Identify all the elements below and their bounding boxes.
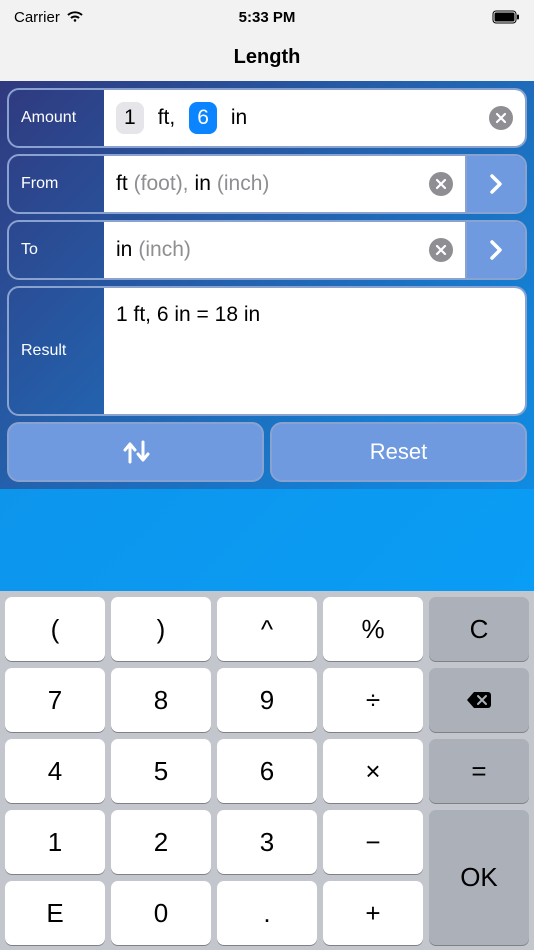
to-field[interactable]: in (inch) xyxy=(104,222,465,278)
chevron-right-icon xyxy=(489,239,503,261)
swap-icon xyxy=(116,437,156,467)
result-row: Result 1 ft, 6 in = 18 in xyxy=(7,286,527,416)
clear-amount-button[interactable] xyxy=(489,106,513,130)
from-row: From ft (foot), in (inch) xyxy=(7,154,527,214)
key-9[interactable]: 9 xyxy=(217,668,317,732)
key-2[interactable]: 2 xyxy=(111,810,211,874)
key-divide[interactable]: ÷ xyxy=(323,668,423,732)
key-backspace[interactable] xyxy=(429,668,529,732)
amount-label: Amount xyxy=(9,90,104,146)
key-equals[interactable]: = xyxy=(429,739,529,803)
wifi-icon xyxy=(66,11,84,23)
from-unit-1: ft xyxy=(116,172,128,196)
status-time: 5:33 PM xyxy=(239,9,296,26)
amount-unit-2: in xyxy=(223,102,255,134)
key-rparen[interactable]: ) xyxy=(111,597,211,661)
to-unit-1-full: (inch) xyxy=(138,238,191,262)
key-8[interactable]: 8 xyxy=(111,668,211,732)
key-subtract[interactable]: − xyxy=(323,810,423,874)
result-label: Result xyxy=(9,288,104,414)
reset-button[interactable]: Reset xyxy=(270,422,527,482)
to-unit-1: in xyxy=(116,238,132,262)
status-bar: Carrier 5:33 PM xyxy=(0,0,534,34)
key-5[interactable]: 5 xyxy=(111,739,211,803)
key-percent[interactable]: % xyxy=(323,597,423,661)
swap-button[interactable] xyxy=(7,422,264,482)
from-unit-1-full: (foot), xyxy=(134,172,189,196)
amount-unit-1: ft, xyxy=(150,102,184,134)
amount-token-2[interactable]: 6 xyxy=(189,102,217,134)
to-picker-button[interactable] xyxy=(465,222,525,278)
key-4[interactable]: 4 xyxy=(5,739,105,803)
result-field: 1 ft, 6 in = 18 in xyxy=(104,288,525,414)
gradient-spacer xyxy=(0,489,534,591)
from-unit-2: in xyxy=(195,172,211,196)
to-row: To in (inch) xyxy=(7,220,527,280)
key-dot[interactable]: . xyxy=(217,881,317,945)
keypad: ( ) ^ % C 7 8 9 ÷ 4 5 6 × = 1 2 3 − OK E… xyxy=(0,591,534,950)
key-3[interactable]: 3 xyxy=(217,810,317,874)
key-7[interactable]: 7 xyxy=(5,668,105,732)
from-field[interactable]: ft (foot), in (inch) xyxy=(104,156,465,212)
amount-row: Amount 1 ft, 6 in xyxy=(7,88,527,148)
page-title: Length xyxy=(0,34,534,81)
key-clear[interactable]: C xyxy=(429,597,529,661)
key-power[interactable]: ^ xyxy=(217,597,317,661)
key-add[interactable]: + xyxy=(323,881,423,945)
amount-token-1[interactable]: 1 xyxy=(116,102,144,134)
from-picker-button[interactable] xyxy=(465,156,525,212)
to-label: To xyxy=(9,222,104,278)
close-icon xyxy=(435,178,447,190)
chevron-right-icon xyxy=(489,173,503,195)
carrier-label: Carrier xyxy=(14,9,60,26)
key-ok[interactable]: OK xyxy=(429,810,529,945)
from-unit-2-full: (inch) xyxy=(217,172,270,196)
clear-to-button[interactable] xyxy=(429,238,453,262)
clear-from-button[interactable] xyxy=(429,172,453,196)
close-icon xyxy=(435,244,447,256)
from-label: From xyxy=(9,156,104,212)
battery-icon xyxy=(492,10,520,24)
key-1[interactable]: 1 xyxy=(5,810,105,874)
key-multiply[interactable]: × xyxy=(323,739,423,803)
amount-field[interactable]: 1 ft, 6 in xyxy=(104,90,525,146)
backspace-icon xyxy=(465,690,493,710)
close-icon xyxy=(495,112,507,124)
key-0[interactable]: 0 xyxy=(111,881,211,945)
key-E[interactable]: E xyxy=(5,881,105,945)
key-lparen[interactable]: ( xyxy=(5,597,105,661)
key-6[interactable]: 6 xyxy=(217,739,317,803)
